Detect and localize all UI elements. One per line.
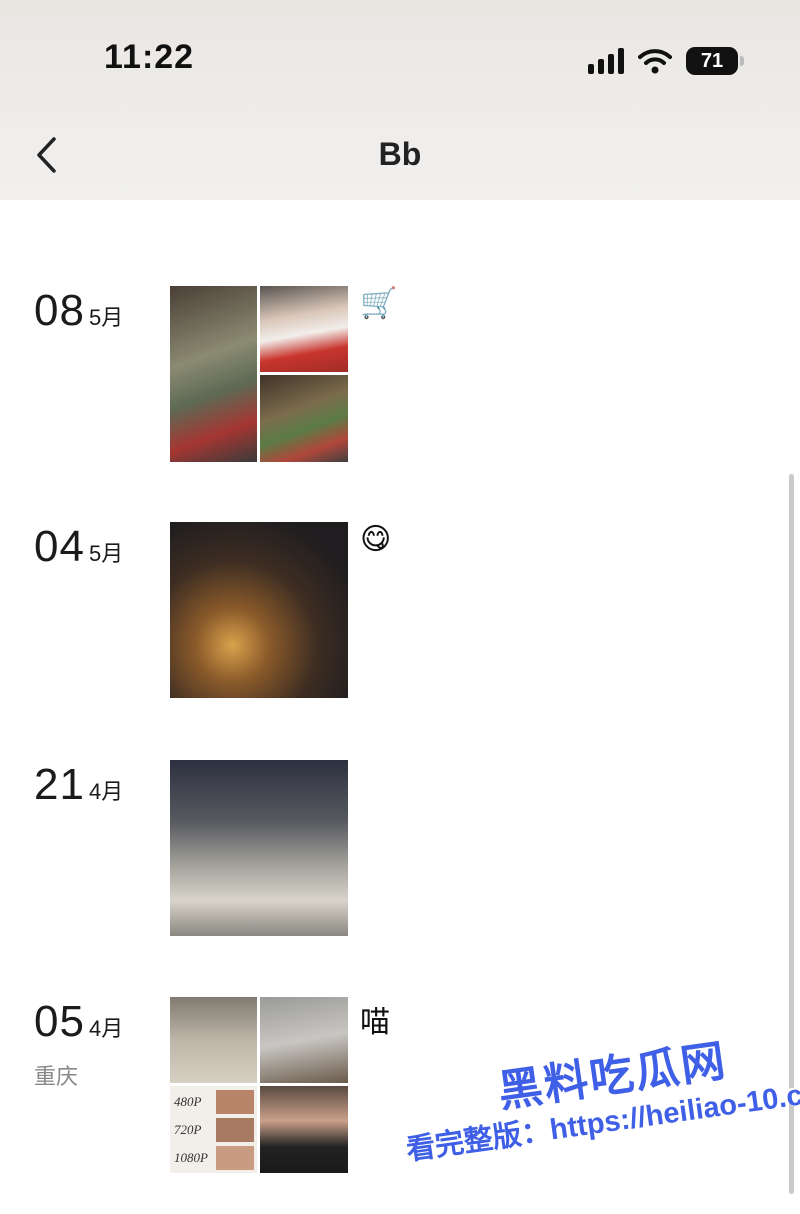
photo[interactable] xyxy=(170,286,257,462)
post-caption: 🛒 xyxy=(360,287,398,320)
photo[interactable] xyxy=(170,760,348,936)
status-icons: 71 xyxy=(588,44,744,78)
photo[interactable] xyxy=(260,1086,348,1173)
photo-grid[interactable] xyxy=(170,286,348,464)
post-day: 04 xyxy=(34,522,85,571)
post-day: 21 xyxy=(34,760,85,809)
post-month: 5月 xyxy=(88,541,124,566)
post-month: 4月 xyxy=(88,779,124,804)
photo-grid[interactable] xyxy=(170,760,348,938)
post-month: 5月 xyxy=(88,305,124,330)
signal-icon xyxy=(588,48,624,74)
post-date: 04 5月 xyxy=(34,522,123,572)
photo-grid[interactable] xyxy=(170,522,348,700)
photo[interactable] xyxy=(260,997,348,1083)
post-date: 21 4月 xyxy=(34,760,123,810)
wifi-icon xyxy=(638,49,672,74)
photo-label: 1080P xyxy=(174,1150,208,1165)
post-day: 05 xyxy=(34,997,85,1046)
post-date: 08 5月 xyxy=(34,286,123,336)
post-location: 重庆 xyxy=(34,1064,79,1089)
photo-label: 480P xyxy=(174,1094,202,1109)
post-caption: 喵 xyxy=(360,1006,390,1039)
page-title: Bb xyxy=(378,136,422,172)
photo[interactable] xyxy=(260,286,348,372)
photo[interactable]: 480P 720P 1080P xyxy=(170,1086,257,1173)
status-time: 11:22 xyxy=(104,38,195,76)
photo-grid[interactable]: 480P 720P 1080P xyxy=(170,997,348,1175)
photo[interactable] xyxy=(260,375,348,462)
post-caption: 😋 xyxy=(360,523,392,556)
post-day: 08 xyxy=(34,286,85,335)
photo[interactable] xyxy=(170,522,348,698)
post-date: 05 4月 xyxy=(34,997,123,1047)
post-month: 4月 xyxy=(88,1016,124,1041)
photo[interactable] xyxy=(170,997,257,1083)
battery-icon: 71 xyxy=(686,47,744,75)
photo-label: 720P xyxy=(174,1122,202,1137)
